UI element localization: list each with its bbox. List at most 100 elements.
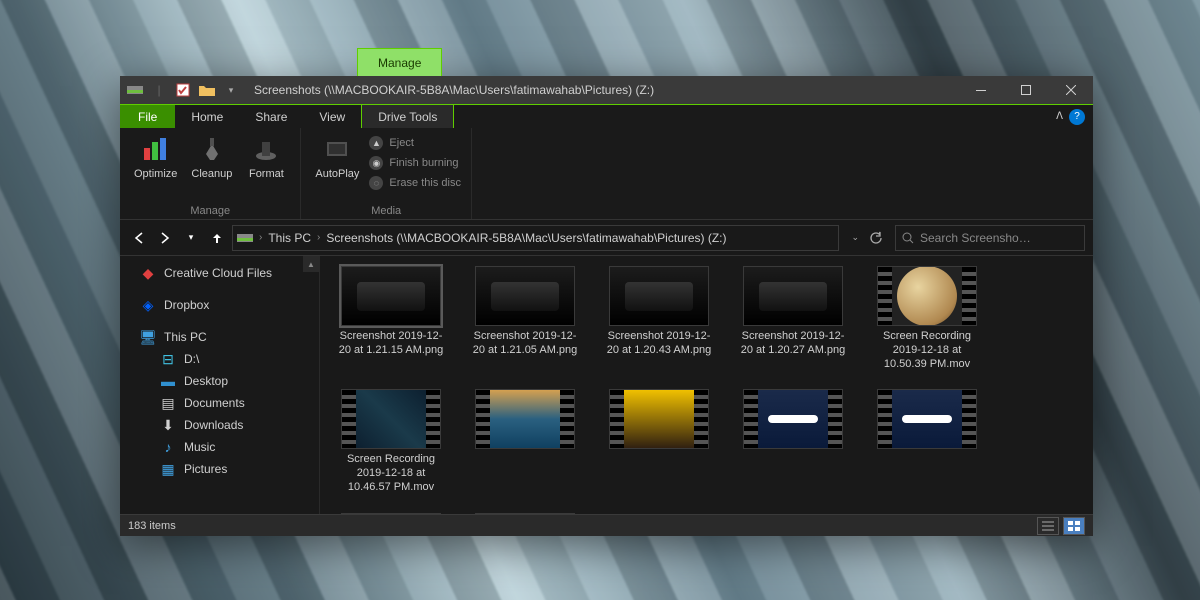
file-name: Screenshot 2019-12-20 at 1.21.15 AM.png	[336, 330, 446, 358]
drive-icon: ⊟	[160, 351, 176, 367]
address-dropdown-icon[interactable]: ⌄	[851, 232, 859, 243]
thumbnails-view-button[interactable]	[1063, 517, 1085, 535]
ribbon-group-media: AutoPlay ▲Eject ◉Finish burning ◌ Erase t…	[301, 128, 472, 219]
erase-icon: ◌	[369, 176, 383, 190]
help-icon[interactable]: ?	[1069, 109, 1085, 125]
ribbon-group-manage: Optimize Cleanup Format Manage	[120, 128, 301, 219]
forward-button[interactable]	[154, 227, 176, 249]
erase-label: Erase this disc	[389, 177, 461, 189]
crumb-this-pc[interactable]: This PC	[268, 231, 311, 245]
file-item[interactable]: Screenshot 2019-12-20 at 1.21.15 AM.png	[336, 266, 446, 371]
file-thumbnail	[609, 389, 709, 449]
file-thumbnail	[341, 266, 441, 326]
erase-disc-button[interactable]: ◌ Erase this disc	[369, 174, 461, 192]
tab-file[interactable]: File	[120, 105, 175, 128]
format-label: Format	[249, 168, 284, 180]
chevron-right-icon[interactable]: ›	[255, 232, 266, 243]
search-input[interactable]: Search Screensho…	[895, 225, 1085, 251]
format-button[interactable]: Format	[242, 132, 290, 182]
sidebar-item-pictures[interactable]: ▦ Pictures	[120, 458, 319, 480]
sidebar-item-music[interactable]: ♪Music	[120, 436, 319, 458]
sidebar-item-creative-cloud-files[interactable]: ◆Creative Cloud Files	[120, 262, 319, 284]
scroll-up-icon[interactable]: ▲	[303, 256, 319, 272]
sidebar-item-downloads[interactable]: ⬇ Downloads	[120, 414, 319, 436]
file-item[interactable]	[604, 389, 714, 494]
breadcrumb[interactable]: › This PC › Screenshots (\\MACBOOKAIR-5B…	[232, 225, 839, 251]
file-name: Screen Recording 2019-12-18 at 10.50.39 …	[872, 330, 982, 371]
file-item[interactable]: Screen Recording 2019-12-18 at 10.50.39 …	[872, 266, 982, 371]
file-item[interactable]	[738, 389, 848, 494]
down-icon: ⬇	[160, 417, 176, 433]
format-icon	[250, 134, 282, 166]
details-view-button[interactable]	[1037, 517, 1059, 535]
file-item[interactable]	[470, 513, 580, 515]
optimize-button[interactable]: Optimize	[130, 132, 181, 182]
explorer-window: | ▾ Manage Screenshots (\\MACBOOKAIR-5B8…	[120, 76, 1093, 536]
file-thumbnail	[743, 389, 843, 449]
tab-share[interactable]: Share	[239, 105, 303, 128]
maximize-button[interactable]	[1003, 76, 1048, 104]
back-button[interactable]	[128, 227, 150, 249]
sidebar-item-label: Desktop	[184, 374, 228, 388]
file-grid[interactable]: Screenshot 2019-12-20 at 1.21.15 AM.png S…	[320, 256, 1093, 514]
up-button[interactable]	[206, 227, 228, 249]
finish-burning-button[interactable]: ◉Finish burning	[369, 154, 461, 172]
pc-icon: 🖥	[140, 329, 156, 345]
sidebar-item-desktop[interactable]: ▬Desktop	[120, 370, 319, 392]
sidebar-item-label: D:\	[184, 352, 199, 366]
manage-context-tab[interactable]: Manage	[357, 48, 442, 76]
window-controls	[958, 76, 1093, 104]
drive-icon	[126, 81, 144, 99]
search-placeholder: Search Screensho…	[920, 231, 1031, 245]
sidebar-item-label: This PC	[164, 330, 207, 344]
recent-dropdown-icon[interactable]: ▾	[180, 227, 202, 249]
ribbon-tabs: File Home Share View Drive Tools ᐱ ?	[120, 104, 1093, 128]
sidebar-item-d-[interactable]: ⊟ D:\	[120, 348, 319, 370]
file-item[interactable]	[470, 389, 580, 494]
ribbon-collapse-icon[interactable]: ᐱ	[1056, 111, 1063, 122]
cleanup-label: Cleanup	[191, 168, 232, 180]
file-name: Screenshot 2019-12-20 at 1.20.43 AM.png	[604, 330, 714, 358]
burn-icon: ◉	[369, 156, 383, 170]
tab-home[interactable]: Home	[175, 105, 239, 128]
qat-dropdown-icon[interactable]: ▾	[222, 81, 240, 99]
cleanup-button[interactable]: Cleanup	[187, 132, 236, 182]
file-item[interactable]	[872, 389, 982, 494]
file-item[interactable]: Screen Recording 2019-12-18 at 10.46.57 …	[336, 389, 446, 494]
file-item[interactable]: Screenshot 2019-12-20 at 1.21.05 AM.png	[470, 266, 580, 371]
file-item[interactable]: Screenshot 2019-12-20 at 1.20.43 AM.png	[604, 266, 714, 371]
drive-icon	[237, 232, 253, 244]
file-name: Screen Recording 2019-12-18 at 10.46.57 …	[336, 453, 446, 494]
chevron-right-icon[interactable]: ›	[313, 232, 324, 243]
window-title: Screenshots (\\MACBOOKAIR-5B8A\Mac\Users…	[246, 83, 958, 97]
autoplay-icon	[321, 134, 353, 166]
autoplay-button[interactable]: AutoPlay	[311, 132, 363, 182]
file-item[interactable]	[336, 513, 446, 515]
navigation-pane[interactable]: ▲ ◆Creative Cloud Files ◈Dropbox 🖥 This PC ⊟…	[120, 256, 320, 514]
file-thumbnail	[475, 513, 575, 515]
status-bar: 183 items	[120, 514, 1093, 536]
sidebar-item-label: Pictures	[184, 462, 227, 476]
eject-button[interactable]: ▲Eject	[369, 134, 461, 152]
sidebar-item-documents[interactable]: ▤Documents	[120, 392, 319, 414]
sidebar-item-dropbox[interactable]: ◈Dropbox	[120, 294, 319, 316]
tab-view[interactable]: View	[303, 105, 361, 128]
file-thumbnail	[743, 266, 843, 326]
file-item[interactable]: Screenshot 2019-12-20 at 1.20.27 AM.png	[738, 266, 848, 371]
music-icon: ♪	[160, 439, 176, 455]
folder-icon[interactable]	[198, 81, 216, 99]
crumb-folder[interactable]: Screenshots (\\MACBOOKAIR-5B8A\Mac\Users…	[326, 231, 726, 245]
refresh-button[interactable]	[869, 231, 883, 245]
pics-icon: ▦	[160, 461, 176, 477]
sidebar-item-label: Creative Cloud Files	[164, 266, 272, 280]
sidebar-item-label: Downloads	[184, 418, 243, 432]
properties-icon[interactable]	[174, 81, 192, 99]
tab-drive-tools[interactable]: Drive Tools	[361, 105, 454, 128]
close-button[interactable]	[1048, 76, 1093, 104]
minimize-button[interactable]	[958, 76, 1003, 104]
divider-icon: |	[150, 81, 168, 99]
sidebar-item-this-pc[interactable]: 🖥 This PC	[120, 326, 319, 348]
sidebar-item-label: Documents	[184, 396, 245, 410]
dropbox-icon: ◈	[140, 297, 156, 313]
ribbon: Optimize Cleanup Format Manage AutoPlay	[120, 128, 1093, 220]
